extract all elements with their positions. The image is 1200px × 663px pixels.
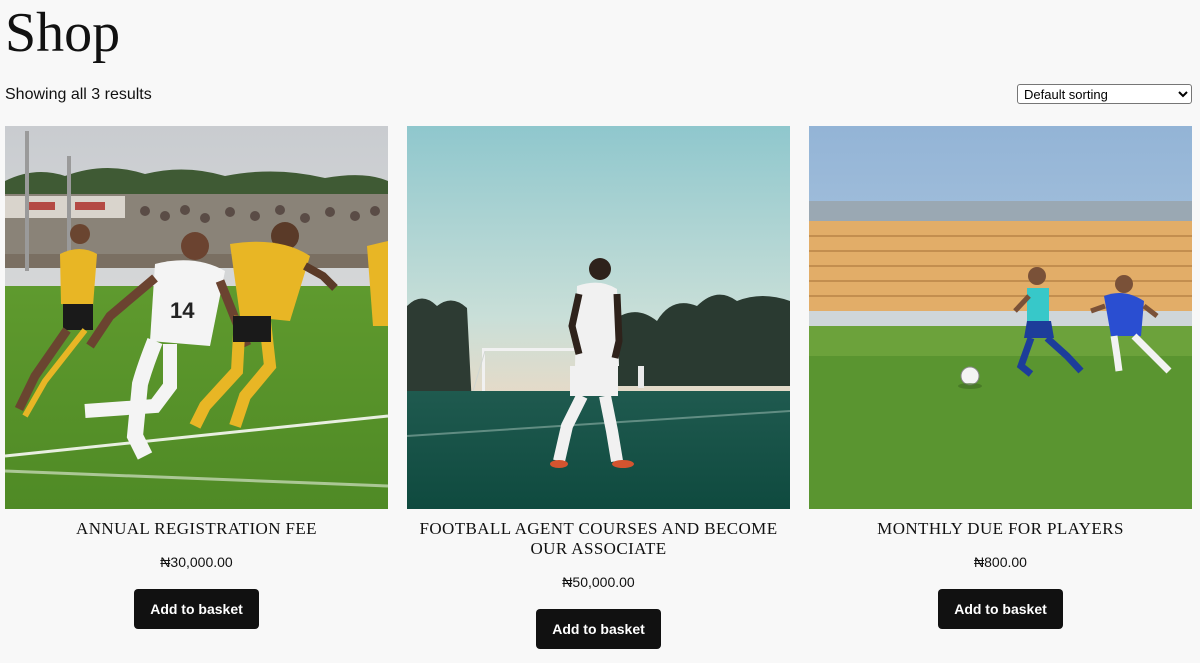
product-grid: 14 ANNUAL REGISTRATION FEE ₦30,000.00 Ad… xyxy=(5,126,1193,649)
product-title[interactable]: ANNUAL REGISTRATION FEE xyxy=(5,519,388,539)
product-price: ₦30,000.00 xyxy=(160,554,233,570)
sort-select[interactable]: Default sorting xyxy=(1017,84,1192,104)
svg-text:14: 14 xyxy=(170,298,195,323)
product-card: FOOTBALL AGENT COURSES AND BECOME OUR AS… xyxy=(407,126,790,649)
page-title: Shop xyxy=(5,2,121,64)
product-image[interactable]: 14 xyxy=(5,126,388,509)
product-card: MONTHLY DUE FOR PLAYERS ₦800.00 Add to b… xyxy=(809,126,1192,649)
product-price: ₦800.00 xyxy=(974,554,1027,570)
product-price: ₦50,000.00 xyxy=(562,574,635,590)
product-title[interactable]: FOOTBALL AGENT COURSES AND BECOME OUR AS… xyxy=(407,519,790,559)
result-count: Showing all 3 results xyxy=(5,86,152,103)
product-image[interactable] xyxy=(407,126,790,509)
add-to-basket-button[interactable]: Add to basket xyxy=(134,589,259,629)
add-to-basket-button[interactable]: Add to basket xyxy=(536,609,661,649)
product-image[interactable] xyxy=(809,126,1192,509)
product-title[interactable]: MONTHLY DUE FOR PLAYERS xyxy=(809,519,1192,539)
product-card: 14 ANNUAL REGISTRATION FEE ₦30,000.00 Ad… xyxy=(5,126,388,649)
add-to-basket-button[interactable]: Add to basket xyxy=(938,589,1063,629)
